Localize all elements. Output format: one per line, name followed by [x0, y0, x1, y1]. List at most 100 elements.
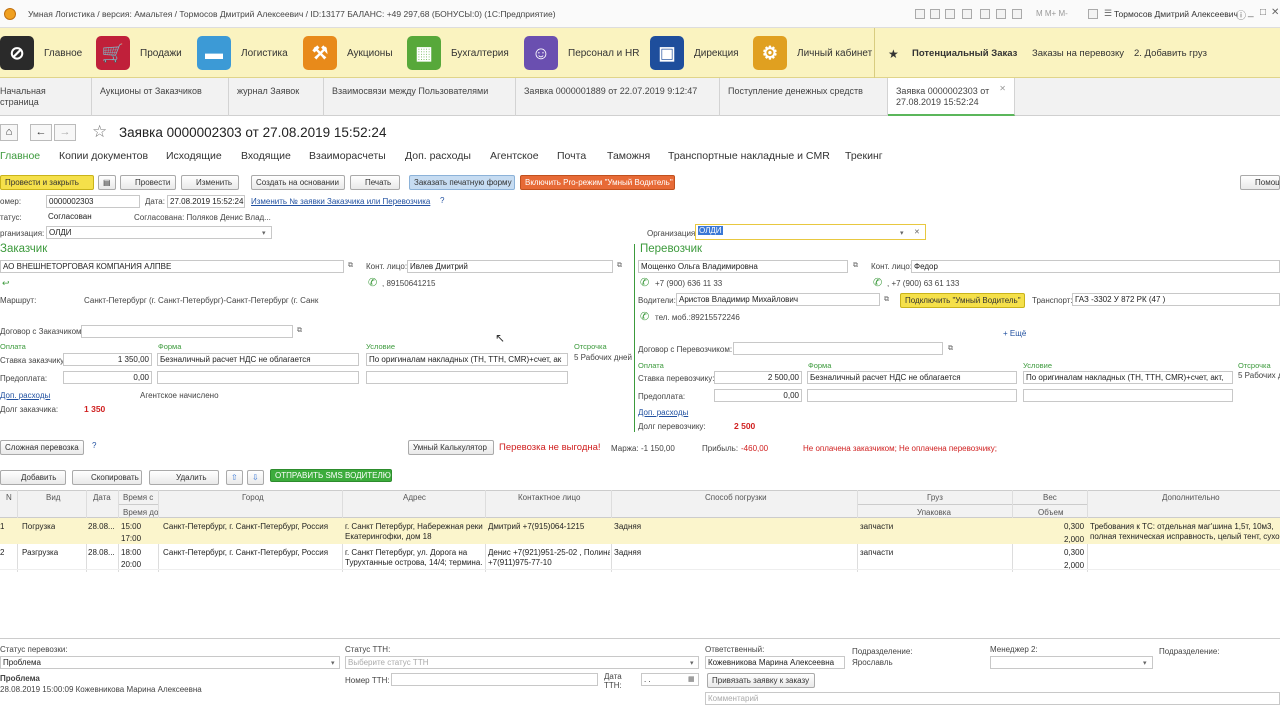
open-icon[interactable]: ⧉: [884, 296, 889, 304]
menu-extra-costs[interactable]: Доп. расходы: [405, 150, 471, 162]
comment-field[interactable]: Комментарий: [705, 692, 1280, 705]
chevron-down-icon[interactable]: ▾: [262, 229, 266, 237]
customer-name-field[interactable]: АО ВНЕШНЕТОРГОВАЯ КОМПАНИЯ АЛПВЕ: [0, 260, 344, 273]
col-pack[interactable]: Упаковка: [917, 508, 951, 517]
col-cargo[interactable]: Груз: [927, 493, 943, 502]
org-field[interactable]: ОЛДИ: [46, 226, 272, 239]
favorites-star-icon[interactable]: ★: [888, 47, 899, 61]
app-menu-icon[interactable]: [4, 8, 16, 20]
section-auctions[interactable]: ⚒ Аукционы: [303, 35, 393, 71]
status-field[interactable]: Согласован: [46, 211, 126, 224]
toolbar-icon[interactable]: [930, 9, 940, 19]
tab-home[interactable]: Начальная страница: [0, 78, 92, 116]
memory-icons[interactable]: M M+ M-: [1036, 9, 1068, 18]
toolbar-icon[interactable]: [1012, 9, 1022, 19]
carrier-rate-field[interactable]: 2 500,00: [714, 371, 802, 384]
section-hr[interactable]: ☺ Персонал и HR: [524, 35, 640, 71]
clear-icon[interactable]: ✕: [914, 228, 920, 236]
open-icon[interactable]: ⧉: [348, 262, 353, 270]
chevron-down-icon[interactable]: ▾: [690, 659, 694, 667]
post-button[interactable]: Провести: [120, 175, 176, 190]
toolbar-icon[interactable]: [996, 9, 1006, 19]
back-button[interactable]: ←: [30, 124, 52, 141]
table-row[interactable]: 2 Разгрузка 28.08... 18:00 20:00 Санкт-П…: [0, 544, 1280, 570]
close-tab-icon[interactable]: ✕: [999, 83, 1006, 94]
section-cabinet[interactable]: ⚙ Личный кабинет: [753, 35, 872, 71]
post-and-close-button[interactable]: Провести и закрыть: [0, 175, 94, 190]
copy-row-button[interactable]: Скопировать: [72, 470, 142, 485]
help-button[interactable]: Помощ: [1240, 175, 1280, 190]
open-icon[interactable]: ⧉: [948, 345, 953, 353]
fav-transport-orders[interactable]: Заказы на перевозку: [1032, 48, 1124, 59]
ttn-number-field[interactable]: [391, 673, 598, 686]
menu-incoming[interactable]: Входящие: [241, 150, 291, 162]
customer-extra-link[interactable]: Доп. расходы: [0, 391, 50, 400]
carrier-contact-field[interactable]: Федор: [911, 260, 1280, 273]
menu-main[interactable]: Главное: [0, 150, 40, 162]
chevron-down-icon[interactable]: ▾: [1143, 659, 1147, 667]
section-main[interactable]: ⊘ Главное: [0, 35, 82, 71]
customer-prepay-cond[interactable]: [366, 371, 568, 384]
open-icon[interactable]: ⧉: [853, 262, 858, 270]
carrier-prepay-form[interactable]: [807, 389, 1017, 402]
complex-transport-dropdown[interactable]: Сложная перевозка: [0, 440, 84, 455]
current-user[interactable]: Тормосов Дмитрий Алексеевич: [1114, 9, 1238, 19]
move-up-icon[interactable]: ⇧: [226, 470, 243, 485]
section-sales[interactable]: 🛒 Продажи: [96, 35, 182, 71]
add-row-button[interactable]: Добавить: [0, 470, 66, 485]
delete-row-button[interactable]: Удалить: [149, 470, 219, 485]
customer-contract-field[interactable]: [81, 325, 293, 338]
org2-field[interactable]: ОЛДИ: [695, 224, 926, 240]
favorite-star-icon[interactable]: ☆: [92, 122, 107, 142]
minimize-icon[interactable]: _: [1248, 7, 1254, 18]
tab-relations[interactable]: Взаимосвязи между Пользователями: [324, 78, 516, 116]
col-time-from[interactable]: Время с: [123, 493, 153, 502]
menu-waybills[interactable]: Транспортные накладные и CMR: [668, 150, 830, 162]
customer-prepay-form[interactable]: [157, 371, 359, 384]
order-print-form-button[interactable]: Заказать печатную форму: [409, 175, 515, 190]
customer-contact-field[interactable]: Ивлев Дмитрий: [407, 260, 613, 273]
section-accounting[interactable]: ▦ Бухгалтерия: [407, 35, 509, 71]
carrier-form-field[interactable]: Безналичный расчет НДС не облагается: [807, 371, 1017, 384]
col-weight[interactable]: Вес: [1043, 493, 1057, 502]
menu-tracking[interactable]: Трекинг: [845, 150, 883, 162]
menu-doc-copies[interactable]: Копии документов: [59, 150, 148, 162]
col-n[interactable]: N: [6, 493, 12, 502]
ttn-status-field[interactable]: Выберите статус ТТН: [345, 656, 699, 669]
transport-status-field[interactable]: Проблема: [0, 656, 340, 669]
chevron-down-icon[interactable]: ▾: [900, 229, 904, 237]
create-based-dropdown[interactable]: Создать на основании: [251, 175, 345, 190]
section-direction[interactable]: ▣ Дирекция: [650, 35, 739, 71]
connect-smart-driver-button[interactable]: Подключить "Умный Водитель": [900, 293, 1025, 308]
menu-agency[interactable]: Агентское: [490, 150, 539, 162]
col-kind[interactable]: Вид: [46, 493, 60, 502]
pro-mode-button[interactable]: Включить Pro-режим "Умный Водитель": [520, 175, 675, 190]
smart-calculator-button[interactable]: Умный Калькулятор: [408, 440, 494, 455]
customer-prepay-field[interactable]: 0,00: [63, 371, 152, 384]
calendar-icon[interactable]: ▦: [688, 675, 695, 683]
print-dropdown[interactable]: Печать: [350, 175, 400, 190]
help-link[interactable]: ?: [92, 441, 96, 450]
carrier-contract-field[interactable]: [733, 342, 943, 355]
menu-customs[interactable]: Таможня: [607, 150, 650, 162]
edit-button[interactable]: Изменить: [181, 175, 239, 190]
tab-payments[interactable]: Поступление денежных средств: [720, 78, 888, 116]
menu-settlements[interactable]: Взаиморасчеты: [309, 150, 386, 162]
carrier-prepay-cond[interactable]: [1023, 389, 1233, 402]
toolbar-icon[interactable]: [915, 9, 925, 19]
maximize-icon[interactable]: □: [1260, 7, 1266, 18]
date-field[interactable]: 27.08.2019 15:52:24: [167, 195, 245, 208]
table-row[interactable]: 1 Погрузка 28.08... 15:00 17:00 Санкт-Пе…: [0, 518, 1280, 544]
customer-form-field[interactable]: Безналичный расчет НДС не облагается: [157, 353, 359, 366]
window-icon[interactable]: [1088, 9, 1098, 19]
tab-order-2303[interactable]: Заявка 0000002303 от 27.08.2019 15:52:24…: [888, 78, 1015, 116]
toolbar-icon[interactable]: [962, 9, 972, 19]
menu-mail[interactable]: Почта: [557, 150, 586, 162]
col-loading[interactable]: Способ погрузки: [705, 493, 767, 502]
toolbar-icon[interactable]: [945, 9, 955, 19]
fav-potential-order[interactable]: Потенциальный Заказ: [912, 48, 1017, 59]
customer-condition-field[interactable]: По оригиналам накладных (ТН, ТТН, CMR)+с…: [366, 353, 568, 366]
col-contact[interactable]: Контактное лицо: [518, 493, 580, 502]
chevron-down-icon[interactable]: ▾: [331, 659, 335, 667]
carrier-prepay-field[interactable]: 0,00: [714, 389, 802, 402]
